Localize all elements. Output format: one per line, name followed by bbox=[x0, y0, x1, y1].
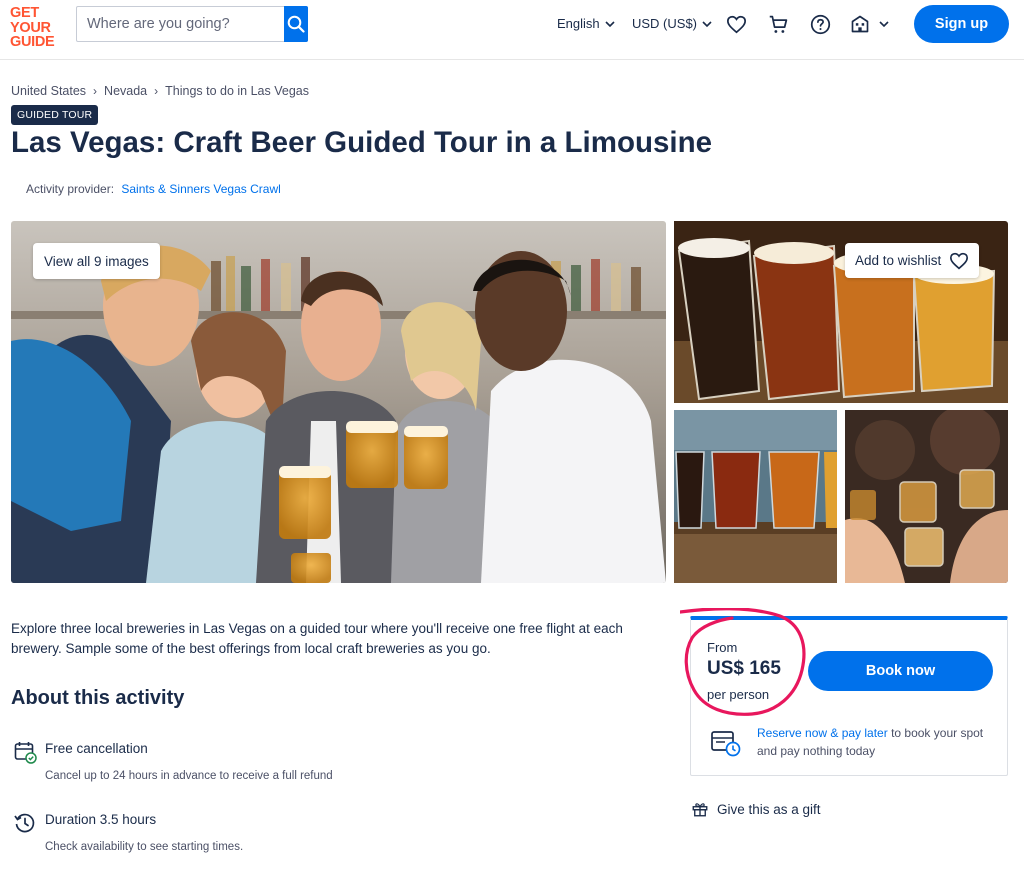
add-to-wishlist-button[interactable]: Add to wishlist bbox=[845, 243, 980, 278]
wishlist-nav-button[interactable] bbox=[725, 13, 747, 35]
top-header: GET YOUR GUIDE English USD (US$) Sign up bbox=[0, 0, 1024, 60]
search-button[interactable] bbox=[284, 6, 308, 42]
per-person-label: per person bbox=[707, 687, 770, 702]
calendar-check-icon bbox=[14, 742, 37, 764]
clock-history-icon bbox=[14, 813, 35, 833]
beer-glasses-photo bbox=[674, 410, 837, 583]
calendar-clock-icon bbox=[711, 731, 741, 757]
feature-title: Duration 3.5 hours bbox=[45, 812, 157, 827]
logo-line-3: GUIDE bbox=[10, 34, 55, 50]
breadcrumb-item-country[interactable]: United States bbox=[11, 84, 86, 98]
language-selector[interactable]: English bbox=[557, 16, 616, 31]
search-bar bbox=[76, 6, 308, 42]
reserve-now-info: Reserve now & pay later to book your spo… bbox=[757, 724, 997, 760]
price: US$ 165 bbox=[707, 658, 781, 679]
shot-toast-photo bbox=[845, 410, 1008, 583]
heart-icon bbox=[726, 15, 746, 33]
view-all-images-button[interactable]: View all 9 images bbox=[33, 243, 160, 279]
cart-nav-button[interactable] bbox=[767, 13, 789, 35]
help-nav-button[interactable] bbox=[809, 13, 831, 35]
provider-menu-button[interactable] bbox=[850, 13, 896, 35]
chevron-down-icon bbox=[702, 20, 712, 27]
from-label: From bbox=[707, 640, 738, 655]
gallery-photo-2[interactable] bbox=[674, 410, 837, 583]
activity-description: Explore three local breweries in Las Veg… bbox=[11, 621, 623, 656]
logo-line-2: YOUR bbox=[10, 19, 51, 36]
chevron-right-icon: › bbox=[154, 84, 159, 98]
page-title: Las Vegas: Craft Beer Guided Tour in a L… bbox=[11, 126, 713, 159]
cart-icon bbox=[769, 15, 787, 33]
gift-icon bbox=[692, 803, 708, 817]
booking-panel: From US$ 165 per person Book now Reserve… bbox=[690, 616, 1008, 776]
gift-label: Give this as a gift bbox=[717, 801, 821, 817]
gift-option[interactable]: Give this as a gift bbox=[691, 800, 821, 818]
search-input[interactable] bbox=[77, 7, 284, 41]
about-section-title: About this activity bbox=[11, 687, 185, 709]
logo-line-1: GET bbox=[10, 5, 39, 21]
gallery-photo-3[interactable] bbox=[845, 410, 1008, 583]
provider-label: Activity provider: bbox=[26, 182, 115, 196]
breadcrumb-item-city[interactable]: Things to do in Las Vegas bbox=[165, 84, 309, 98]
search-icon bbox=[287, 15, 305, 33]
wishlist-label: Add to wishlist bbox=[855, 253, 942, 268]
feature-subtitle: Check availability to see starting times… bbox=[45, 841, 244, 853]
language-label: English bbox=[557, 16, 600, 31]
activity-provider: Activity provider: Saints & Sinners Vega… bbox=[26, 182, 281, 196]
reserve-now-link[interactable]: Reserve now & pay later bbox=[757, 726, 888, 740]
book-now-button[interactable]: Book now bbox=[808, 651, 993, 691]
feature-title: Free cancellation bbox=[45, 741, 148, 756]
help-icon bbox=[810, 14, 830, 34]
heart-icon bbox=[950, 252, 969, 269]
provider-link[interactable]: Saints & Sinners Vegas Crawl bbox=[121, 182, 280, 196]
category-badge: GUIDED TOUR bbox=[11, 105, 99, 125]
currency-selector[interactable]: USD (US$) bbox=[632, 16, 713, 31]
chevron-down-icon bbox=[605, 20, 615, 27]
signup-button[interactable]: Sign up bbox=[914, 5, 1009, 43]
chevron-down-icon bbox=[879, 21, 889, 28]
getyourguide-logo[interactable]: GET YOUR GUIDE bbox=[10, 6, 64, 50]
breadcrumb-item-state[interactable]: Nevada bbox=[104, 84, 147, 98]
feature-subtitle: Cancel up to 24 hours in advance to rece… bbox=[45, 770, 333, 782]
currency-label: USD (US$) bbox=[632, 16, 698, 31]
breadcrumb: United States › Nevada › Things to do in… bbox=[11, 84, 309, 98]
building-icon bbox=[851, 15, 869, 33]
chevron-right-icon: › bbox=[93, 84, 98, 98]
